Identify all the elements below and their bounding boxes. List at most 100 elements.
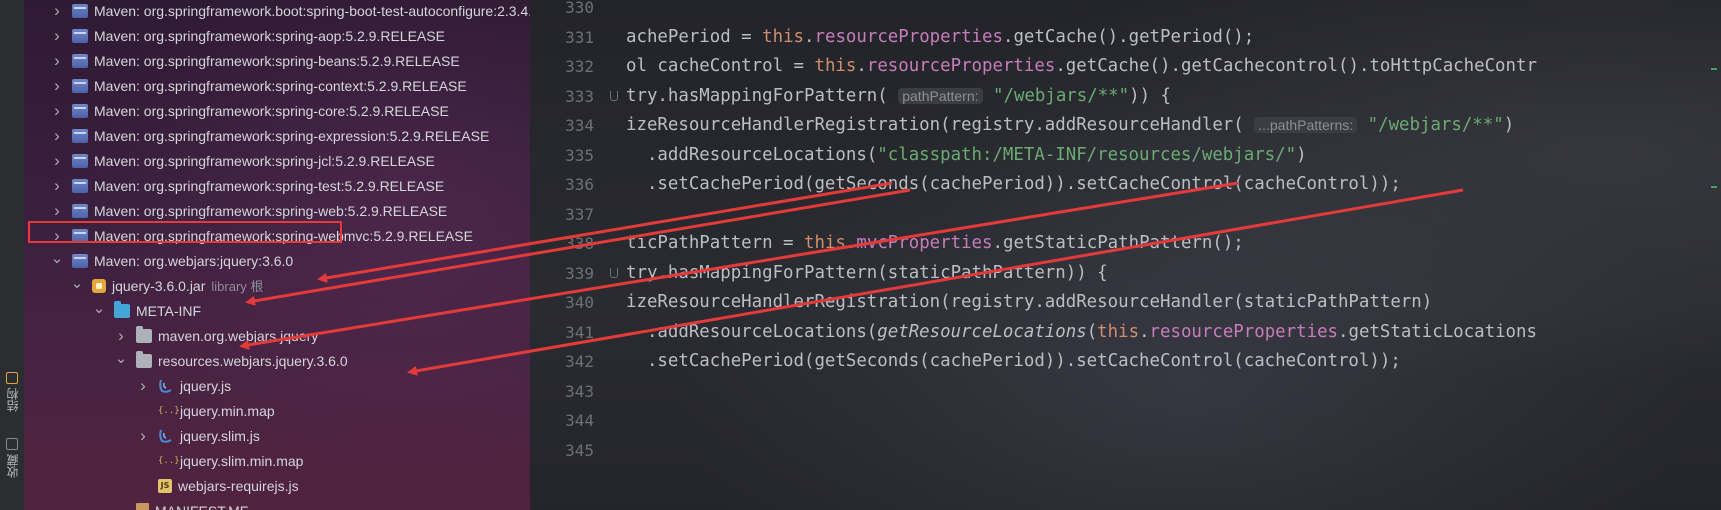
tree-row-label: Maven: org.springframework:spring-aop:5.… [94,27,445,44]
fold-marker-icon[interactable] [610,90,618,101]
chevron-right-icon[interactable]: › [50,201,64,220]
tree-row[interactable]: › Maven: org.springframework:spring-test:… [50,173,444,198]
line-number: 340 [565,293,594,312]
line-number: 334 [565,116,594,135]
tree-row[interactable]: › Maven: org.springframework:spring-core:… [50,98,449,123]
chevron-right-icon[interactable]: › [50,151,64,170]
tree-row[interactable]: ⌄ resources.webjars.jquery.3.6.0 [114,348,348,373]
code-token: mvcProperties [856,233,993,253]
tree-row[interactable]: › Maven: org.springframework:spring-aop:5… [50,23,445,48]
tree-row-label: jquery.js [180,377,232,394]
chevron-down-icon[interactable]: ⌄ [50,250,64,267]
chevron-right-icon[interactable]: › [136,426,150,445]
code-line[interactable]: .setCachePeriod(getSeconds(cachePeriod))… [626,170,1401,199]
code-line[interactable]: try.hasMappingForPattern( pathPattern: "… [626,82,1171,111]
tree-row[interactable]: {..} jquery.slim.min.map [136,448,303,473]
tree-row[interactable]: › jquery.slim.js [136,423,260,448]
code-token: this [762,26,805,47]
code-line[interactable]: .setCachePeriod(getSeconds(cachePeriod))… [626,347,1401,376]
favorites-tool-label: 收藏 [5,454,20,478]
tree-row[interactable]: MANIFEST.MF [114,498,248,510]
chevron-right-icon[interactable]: › [114,326,128,345]
code-line[interactable]: .addResourceLocations("classpath:/META-I… [626,141,1307,170]
code-line[interactable]: izeResourceHandlerRegistration(registry.… [626,288,1432,317]
library-icon [72,103,88,118]
tree-row[interactable]: › Maven: org.springframework:spring-beans… [50,48,460,73]
library-icon [72,253,88,268]
tree-row[interactable]: ⌄ Maven: org.webjars:jquery:3.6.0 [50,248,294,273]
code-token: this [1097,321,1140,342]
chevron-down-icon[interactable]: ⌄ [70,275,84,292]
tree-row[interactable]: › maven.org.webjars.jquery [114,323,318,348]
tree-row[interactable]: › Maven: org.springframework:spring-conte… [50,73,467,98]
tree-row[interactable]: › jquery.js [136,373,231,398]
chevron-down-icon[interactable]: ⌄ [114,350,128,367]
tree-row[interactable]: › Maven: org.springframework.boot:spring-… [50,0,580,23]
line-number-gutter: 330 331 332 333 334 335 336 337 338 339 340 341 342 3… [530,0,606,510]
fold-marker-icon[interactable] [610,267,618,278]
highlight-box [28,221,342,243]
chevron-right-icon[interactable]: › [50,76,64,95]
code-line[interactable]: ticPathPattern = this.mvcProperties.getS… [626,229,1244,258]
code-token: )) { [1129,85,1172,106]
js-icon [158,428,174,444]
code-token: .setCachePeriod(getSeconds(cachePeriod))… [626,174,1401,194]
code-token: try.hasMappingForPattern( [626,85,899,106]
tree-row[interactable]: JS webjars-requirejs.js [136,473,299,498]
code-token: . [1139,321,1150,342]
favorites-tool-button[interactable]: 收藏 [4,438,20,478]
library-icon [72,203,88,218]
chevron-right-icon[interactable]: › [50,51,64,70]
code-token: .getStaticLocations [1338,321,1537,342]
code-line[interactable]: achePeriod = this.resourceProperties.get… [626,23,1254,52]
code-token: getResourceLocations [877,321,1087,342]
structure-tool-label: 结构 [5,388,20,412]
tree-row-label: Maven: org.springframework:spring-expres… [94,127,490,144]
parameter-hint: ...pathPatterns: [1254,117,1358,133]
jar-icon [92,278,106,293]
tree-row[interactable]: › Maven: org.springframework:spring-jcl:5… [50,148,435,173]
map-file-icon: {..} [158,405,180,416]
structure-tool-button[interactable]: 结构 [4,372,20,412]
tree-row[interactable]: › Maven: org.springframework:spring-expre… [50,123,489,148]
code-line[interactable]: ol cacheControl = this.resourcePropertie… [626,52,1537,81]
ide-window: 结构 收藏 › Maven: org.springframework.boot:s… [0,0,1721,510]
chevron-down-icon[interactable]: ⌄ [92,300,106,317]
change-marker [1711,186,1717,188]
tree-row-label: maven.org.webjars.jquery [158,327,319,344]
code-token: this [804,233,846,253]
code-editor[interactable]: 330 331 332 333 334 335 336 337 338 339 340 341 342 3… [530,0,1721,510]
code-token: resourceProperties [814,26,1003,47]
chevron-right-icon[interactable]: › [50,176,64,195]
code-token: "/webjars/**" [993,85,1130,106]
line-number: 330 [565,0,594,17]
tree-row[interactable]: ⌄ META-INF [92,298,201,323]
code-token: .addResourceLocations( [626,144,878,165]
code-token: .getStaticPathPattern(); [992,233,1244,253]
code-token: izeResourceHandlerRegistration(registry.… [626,115,1255,135]
chevron-right-icon[interactable]: › [50,26,64,45]
tree-row[interactable]: › Maven: org.springframework:spring-web:5… [50,198,447,223]
code-token: ) [1296,144,1307,165]
tree-row[interactable]: ⌄ jquery-3.6.0.jar library 根 [70,273,264,298]
favorites-icon [6,438,18,450]
tree-row-label: jquery.min.map [180,402,275,419]
code-line[interactable]: try.hasMappingForPattern(staticPathPatte… [626,259,1108,288]
library-icon [72,178,88,193]
library-root-hint: library 根 [211,279,264,294]
line-number: 331 [565,27,594,47]
tree-row[interactable]: {..} jquery.min.map [136,398,275,423]
chevron-right-icon[interactable]: › [50,101,64,120]
library-icon [72,53,88,68]
code-line[interactable]: .addResourceLocations(getResourceLocatio… [626,318,1537,347]
chevron-right-icon[interactable]: › [50,126,64,145]
tree-row-label: Maven: org.webjars:jquery:3.6.0 [94,252,294,269]
chevron-right-icon[interactable]: › [136,376,150,395]
tree-row-label: jquery.slim.min.map [180,452,304,469]
code-line[interactable]: izeResourceHandlerRegistration(registry.… [626,111,1514,140]
line-number: 335 [565,145,594,165]
chevron-right-icon[interactable]: › [50,1,64,20]
library-icon [72,28,88,43]
